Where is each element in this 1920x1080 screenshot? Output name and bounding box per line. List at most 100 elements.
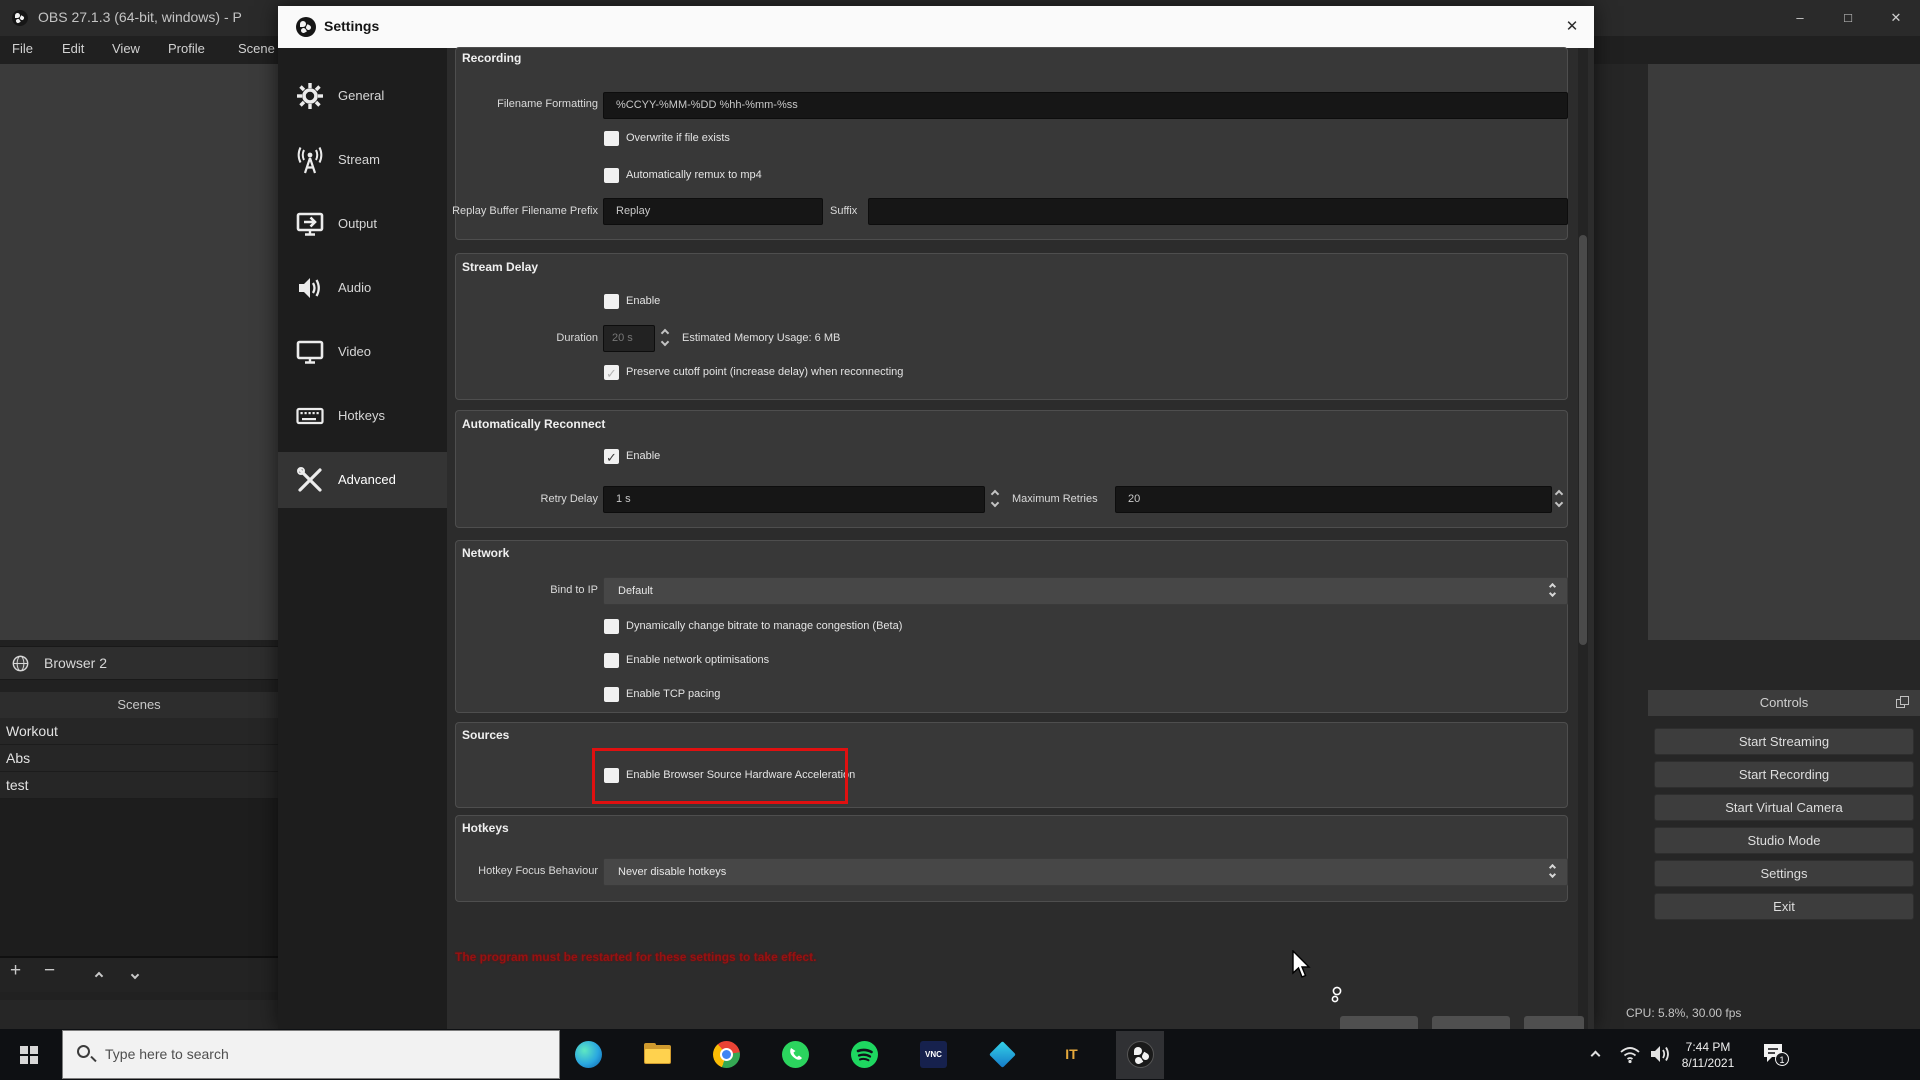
nav-label: Hotkeys [338,408,385,423]
max-retries-label: Maximum Retries [1012,493,1098,505]
dialog-bottom-button[interactable] [1432,1016,1510,1030]
start-recording-button[interactable]: Start Recording [1654,761,1914,788]
globe-icon [12,655,29,672]
stream-delay-enable-checkbox[interactable] [604,294,619,309]
maximize-button[interactable]: □ [1824,0,1872,36]
retry-delay-input[interactable]: 1 s [603,486,985,513]
suffix-input[interactable] [868,198,1568,225]
hotkey-focus-chevrons-icon [1546,859,1562,885]
overwrite-checkbox[interactable] [604,131,619,146]
edge-icon[interactable] [575,1041,602,1068]
start-virtual-camera-button[interactable]: Start Virtual Camera [1654,794,1914,821]
hotkey-focus-select[interactable]: Never disable hotkeys [603,858,1568,886]
menu-file[interactable]: File [12,41,33,56]
search-placeholder: Type here to search [105,1046,229,1062]
tray-expand-chevron-icon[interactable] [1592,1052,1606,1062]
duration-spinbox: 20 s [603,325,655,352]
dock-gap [1594,64,1648,1000]
source-item-browser2[interactable]: Browser 2 [0,646,278,680]
file-explorer-icon[interactable] [644,1041,671,1068]
reconnect-enable-label[interactable]: Enable [626,450,660,462]
busy-indicator-icon [1330,986,1344,1006]
network-optimisations-checkbox[interactable] [604,653,619,668]
nav-stream[interactable]: Stream [278,132,447,188]
stream-delay-enable-label[interactable]: Enable [626,295,660,307]
cpu-fps-status: CPU: 5.8%, 30.00 fps [1626,1006,1741,1020]
dynamic-bitrate-checkbox[interactable] [604,619,619,634]
add-scene-button[interactable]: + [10,960,21,982]
studio-mode-button[interactable]: Studio Mode [1654,827,1914,854]
nav-advanced[interactable]: Advanced [278,452,447,508]
network-optimisations-label[interactable]: Enable network optimisations [626,654,769,666]
menu-scene-collection[interactable]: Scene [238,41,280,56]
duration-label: Duration [438,332,598,344]
minimize-button[interactable]: – [1776,0,1824,36]
nav-video[interactable]: Video [278,324,447,380]
scene-item-abs[interactable]: Abs [0,745,278,772]
menu-edit[interactable]: Edit [62,41,84,56]
hotkeys-header: Hotkeys [462,821,509,835]
scene-item-workout[interactable]: Workout [0,718,278,745]
spotify-icon[interactable] [851,1041,878,1068]
dialog-close-icon[interactable]: ✕ [1550,6,1594,48]
settings-titlebar[interactable] [278,6,1594,48]
exit-button[interactable]: Exit [1654,893,1914,920]
action-center-icon[interactable]: 1 [1762,1042,1792,1068]
diamond-app-icon[interactable] [989,1041,1016,1068]
dynamic-bitrate-label[interactable]: Dynamically change bitrate to manage con… [626,620,902,632]
tcp-pacing-label[interactable]: Enable TCP pacing [626,688,720,700]
dialog-scrollbar-thumb[interactable] [1579,235,1587,645]
nav-label: General [338,88,384,103]
whatsapp-icon[interactable] [782,1041,809,1068]
replay-prefix-input[interactable]: Replay [603,198,823,225]
nav-audio[interactable]: Audio [278,260,447,316]
max-retries-spinner-arrows[interactable] [1552,486,1568,513]
tray-clock[interactable]: 7:44 PM 8/11/2021 [1668,1039,1748,1071]
restart-warning-text: The program must be restarted for these … [455,950,816,964]
retry-delay-spinner-arrows[interactable] [988,486,1004,513]
dialog-bottom-button[interactable] [1524,1016,1584,1030]
search-icon [77,1045,90,1058]
nav-label: Stream [338,152,380,167]
dialog-bottom-button[interactable] [1340,1016,1418,1030]
suffix-label: Suffix [830,205,857,217]
monitor-icon [296,338,324,366]
remux-checkbox[interactable] [604,168,619,183]
menu-view[interactable]: View [112,41,140,56]
overwrite-label[interactable]: Overwrite if file exists [626,132,730,144]
remux-label[interactable]: Automatically remux to mp4 [626,169,762,181]
gear-icon [296,82,324,110]
wifi-icon[interactable] [1618,1044,1642,1064]
duration-spinner-arrows[interactable] [658,325,674,352]
nav-hotkeys[interactable]: Hotkeys [278,388,447,444]
nav-label: Audio [338,280,371,295]
it-app-icon[interactable]: IT [1058,1041,1085,1068]
taskbar-search[interactable]: Type here to search [62,1030,560,1079]
obs-taskbar-icon[interactable] [1127,1041,1154,1068]
close-button[interactable]: ✕ [1872,0,1920,36]
settings-button[interactable]: Settings [1654,860,1914,887]
chrome-icon[interactable] [713,1041,740,1068]
scene-item-test[interactable]: test [0,772,278,799]
tcp-pacing-checkbox[interactable] [604,687,619,702]
bind-to-ip-select[interactable]: Default [603,577,1568,605]
nav-label: Advanced [338,472,396,487]
vnc-icon[interactable]: VNC [920,1041,947,1068]
tray-date: 8/11/2021 [1668,1055,1748,1071]
menu-profile[interactable]: Profile [168,41,205,56]
screen: OBS 27.1.3 (64-bit, windows) - P – □ ✕ F… [0,0,1920,1080]
move-scene-up-button[interactable] [92,968,104,980]
filename-formatting-input[interactable]: %CCYY-%MM-%DD %hh-%mm-%ss [603,92,1568,119]
start-streaming-button[interactable]: Start Streaming [1654,728,1914,755]
start-button[interactable] [20,1046,39,1065]
dock-popout-icon[interactable] [1896,696,1910,710]
max-retries-input[interactable]: 20 [1115,486,1552,513]
network-header: Network [462,546,509,560]
nav-output[interactable]: Output [278,196,447,252]
nav-general[interactable]: General [278,68,447,124]
move-scene-down-button[interactable] [128,958,140,970]
reconnect-enable-checkbox[interactable] [604,449,619,464]
recording-header: Recording [462,51,521,65]
source-label: Browser 2 [44,655,107,671]
remove-scene-button[interactable]: − [44,960,55,982]
